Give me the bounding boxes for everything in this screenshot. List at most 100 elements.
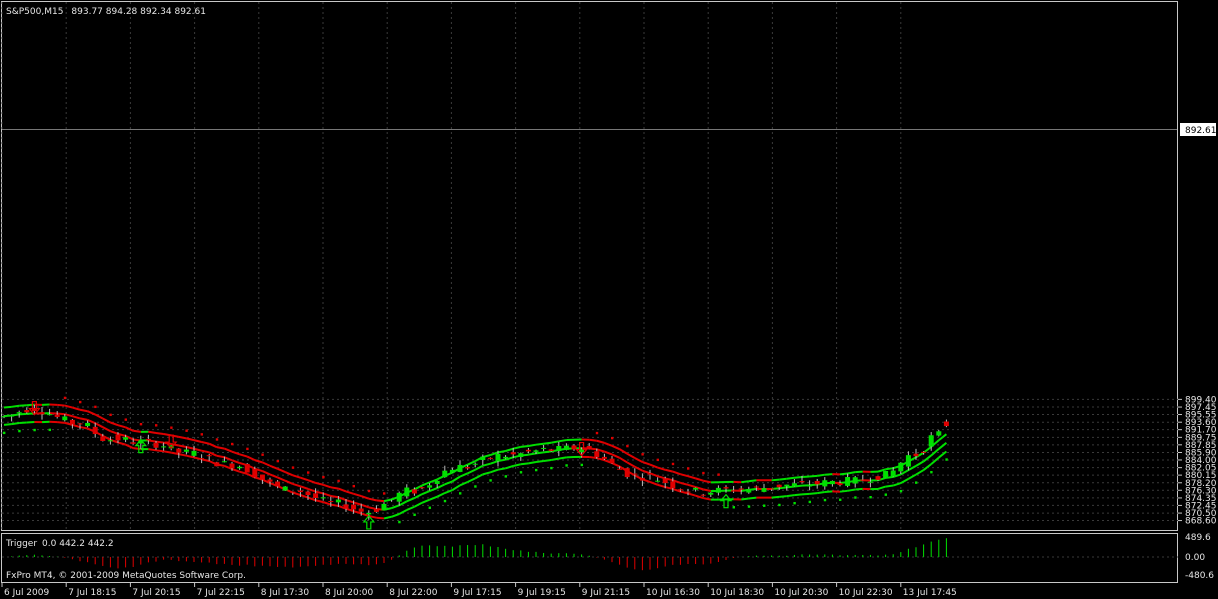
candle-body	[807, 485, 813, 487]
band-segment	[543, 450, 552, 454]
band-segment	[551, 457, 559, 462]
chart-background	[0, 0, 1218, 599]
band-segment	[376, 516, 385, 520]
band-segment	[535, 442, 544, 446]
stop-dot	[307, 471, 310, 474]
candle-body	[85, 422, 91, 427]
candle-body	[495, 453, 501, 462]
candle-body	[313, 493, 319, 499]
band-segment	[19, 412, 27, 416]
candle-body	[647, 473, 653, 475]
candle-body	[753, 486, 759, 488]
band-segment	[748, 496, 757, 500]
candle-body	[556, 446, 562, 452]
candle-body	[921, 451, 927, 453]
indicator-header: Trigger 0.0 442.2 442.2	[5, 539, 114, 549]
stop-dot	[291, 466, 295, 469]
stop-dot	[823, 498, 827, 502]
x-tick-label: 10 Jul 20:30	[774, 588, 828, 598]
candle-body	[396, 492, 402, 502]
stop-dot	[352, 484, 355, 488]
band-segment	[216, 446, 225, 450]
candle-body	[799, 481, 805, 483]
band-segment	[57, 421, 65, 424]
candle-body	[39, 412, 45, 415]
candle-body	[373, 509, 379, 512]
stop-dot	[702, 471, 705, 475]
candle-body	[738, 488, 744, 490]
x-tick-label: 13 Jul 17:45	[903, 588, 957, 598]
stop-dot	[504, 475, 507, 478]
band-segment	[216, 454, 225, 459]
stop-dot	[717, 473, 720, 476]
candle-body	[761, 488, 767, 492]
band-segment	[520, 445, 529, 448]
x-tick-label: 10 Jul 18:30	[710, 588, 764, 598]
candle-body	[867, 481, 873, 483]
candle-body	[54, 414, 60, 417]
stop-dot	[839, 498, 842, 501]
band-segment	[520, 462, 529, 466]
candle-body	[928, 435, 934, 447]
stop-dot	[656, 458, 659, 462]
candle-body	[548, 449, 554, 451]
stop-dot	[899, 489, 903, 493]
candle-body	[632, 473, 638, 475]
band-segment	[79, 426, 88, 430]
candle-body	[586, 446, 592, 449]
candle-body	[62, 416, 68, 421]
x-tick-label: 9 Jul 21:15	[582, 588, 630, 598]
indicator-tick-label: 489.6	[1185, 533, 1211, 543]
stop-dot	[322, 475, 325, 479]
band-segment	[155, 440, 164, 444]
stop-dot	[79, 400, 82, 404]
stop-dot	[413, 513, 416, 517]
candle-body	[662, 478, 668, 484]
candle-body	[404, 487, 410, 497]
x-tick-label: 7 Jul 20:15	[132, 588, 180, 598]
candle-body	[191, 450, 197, 456]
candle-body	[351, 504, 357, 510]
stop-dot	[246, 447, 249, 451]
stop-dot	[580, 463, 583, 467]
candle-body	[487, 457, 493, 459]
candle-body	[525, 449, 531, 452]
candle-body	[214, 462, 220, 467]
candle-body	[16, 412, 22, 414]
band-segment	[19, 404, 27, 407]
stop-dot	[63, 396, 67, 400]
band-segment	[771, 478, 780, 482]
stop-dot	[200, 433, 203, 436]
band-segment	[558, 439, 567, 443]
stop-dot	[170, 426, 173, 429]
candle-body	[708, 492, 714, 495]
candle-body	[107, 440, 113, 442]
candle-body	[252, 468, 258, 478]
candle-body	[784, 484, 790, 487]
candle-body	[259, 474, 265, 480]
candle-body	[100, 436, 106, 441]
stop-dot	[337, 479, 340, 483]
stop-dot	[626, 444, 629, 448]
candle-body	[145, 438, 151, 441]
band-segment	[155, 432, 164, 435]
candle-body	[183, 449, 189, 452]
candle-body	[290, 491, 296, 493]
x-tick-label: 10 Jul 16:30	[646, 588, 700, 598]
candle-body	[434, 480, 440, 484]
band-segment	[786, 476, 795, 480]
band-segment	[779, 486, 787, 490]
band-segment	[57, 403, 65, 407]
candle-body	[328, 500, 334, 502]
stop-dot	[793, 501, 796, 505]
candle-body	[594, 451, 600, 457]
stop-dot	[215, 438, 219, 441]
candle-body	[731, 490, 737, 492]
band-segment	[376, 499, 385, 503]
candle-body	[411, 489, 417, 494]
band-segment	[535, 451, 544, 455]
band-segment	[528, 443, 537, 448]
candle-body	[381, 503, 387, 511]
stop-dot	[930, 470, 933, 474]
band-segment	[809, 474, 818, 478]
